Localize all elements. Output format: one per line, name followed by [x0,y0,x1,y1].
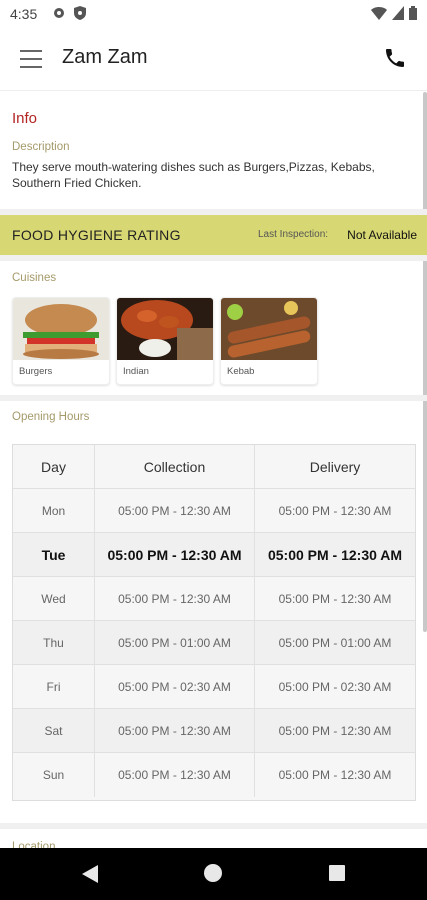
column-header-day: Day [13,445,95,488]
row-day: Mon [13,489,95,532]
row-delivery: 05:00 PM - 12:30 AM [278,503,392,518]
description-text: They serve mouth-watering dishes such as… [12,160,375,190]
row-day: Thu [13,621,95,664]
wifi-icon [371,7,387,20]
menu-button[interactable] [20,50,42,68]
cuisine-name: Burgers [19,366,53,377]
system-nav-bar [0,848,427,900]
cuisine-name: Indian [123,366,149,377]
table-row: Sat 05:00 PM - 12:30 AM 05:00 PM - 12:30… [13,709,415,753]
burger-image [13,298,109,360]
row-delivery: 05:00 PM - 01:00 AM [278,635,392,650]
signal-icon [392,6,404,20]
row-delivery: 05:00 PM - 12:30 AM [278,768,392,782]
scrollbar[interactable] [423,92,427,632]
cuisines-label: Cuisines [12,272,57,284]
recent-apps-icon[interactable] [329,865,345,881]
page-title: Zam Zam [62,46,148,68]
row-day: Sat [13,709,95,752]
divider [0,395,427,401]
home-icon[interactable] [204,864,222,882]
table-row-today: Tue 05:00 PM - 12:30 AM 05:00 PM - 12:30… [13,533,415,577]
kebab-image [221,298,317,360]
status-bar: 4:35 [0,0,427,28]
table-row: Mon 05:00 PM - 12:30 AM 05:00 PM - 12:30… [13,489,415,533]
back-icon[interactable] [82,865,98,883]
last-inspection-label: Last Inspection: [258,229,329,240]
table-row: Fri 05:00 PM - 02:30 AM 05:00 PM - 02:30… [13,665,415,709]
shield-icon [74,6,86,20]
row-collection: 05:00 PM - 12:30 AM [95,577,255,620]
cuisine-card-indian[interactable]: Indian [116,297,214,385]
hygiene-title: FOOD HYGIENE RATING [12,227,181,243]
battery-icon [409,6,417,20]
column-header-delivery: Delivery [309,458,361,475]
table-row: Thu 05:00 PM - 01:00 AM 05:00 PM - 01:00… [13,621,415,665]
gear-icon [54,8,64,18]
row-delivery: 05:00 PM - 12:30 AM [278,591,392,606]
table-row: Wed 05:00 PM - 12:30 AM 05:00 PM - 12:30… [13,577,415,621]
row-collection: 05:00 PM - 12:30 AM [95,489,255,532]
divider [0,255,427,261]
row-day: Sun [13,753,95,797]
row-day: Tue [13,533,95,576]
cuisine-card-kebab[interactable]: Kebab [220,297,318,385]
info-title: Info [12,110,38,127]
food-hygiene-banner: FOOD HYGIENE RATING Last Inspection: Not… [0,215,427,255]
row-collection: 05:00 PM - 12:30 AM [95,709,255,752]
opening-hours-table: Day Collection Delivery Mon 05:00 PM - 1… [12,444,416,801]
row-day: Wed [13,577,95,620]
table-row: Sun 05:00 PM - 12:30 AM 05:00 PM - 12:30… [13,753,415,797]
last-inspection-value: Not Available [347,228,417,242]
row-delivery: 05:00 PM - 12:30 AM [278,723,392,738]
row-day: Fri [13,665,95,708]
row-delivery: 05:00 PM - 12:30 AM [267,546,403,563]
row-collection: 05:00 PM - 01:00 AM [95,621,255,664]
menu-icon [20,50,42,52]
column-header-collection: Collection [95,445,255,488]
cuisine-name: Kebab [227,366,255,377]
phone-icon[interactable] [383,46,407,70]
row-collection: 05:00 PM - 12:30 AM [95,533,255,576]
row-collection: 05:00 PM - 02:30 AM [95,665,255,708]
status-icons-right [371,6,417,20]
status-icons-left [52,6,86,20]
cuisine-card-burgers[interactable]: Burgers [12,297,110,385]
row-delivery: 05:00 PM - 02:30 AM [278,679,392,694]
row-collection: 05:00 PM - 12:30 AM [95,753,255,797]
opening-hours-label: Opening Hours [12,411,90,423]
indian-food-image [117,298,213,360]
status-time: 4:35 [10,6,38,22]
description-label: Description [12,141,70,153]
table-header-row: Day Collection Delivery [13,445,415,489]
app-bar: Zam Zam [0,28,427,91]
